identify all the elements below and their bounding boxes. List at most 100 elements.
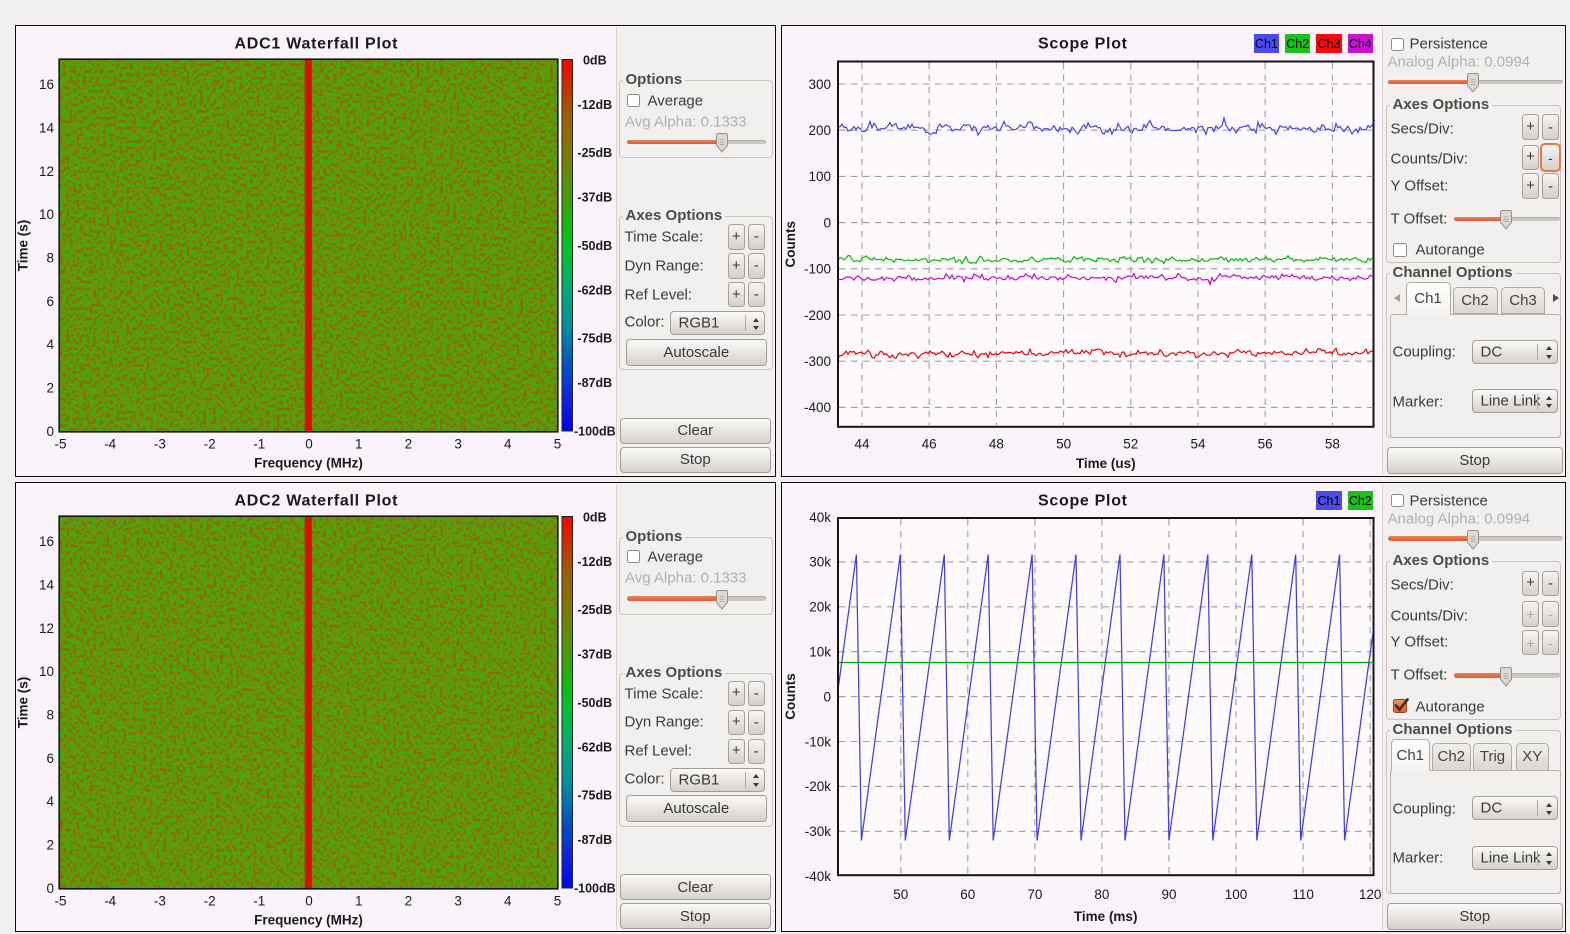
- svg-text:4: 4: [504, 893, 512, 908]
- svg-text:54: 54: [1190, 436, 1206, 451]
- svg-text:0: 0: [305, 893, 313, 908]
- svg-text:50: 50: [1056, 436, 1071, 451]
- svg-text:-10k: -10k: [805, 734, 832, 749]
- svg-text:4: 4: [504, 436, 512, 451]
- svg-text:-100: -100: [804, 262, 831, 277]
- svg-text:-3: -3: [154, 436, 166, 451]
- svg-text:200: 200: [808, 123, 831, 138]
- svg-text:-2: -2: [204, 893, 216, 908]
- svg-text:-37dB: -37dB: [577, 648, 612, 662]
- svg-text:52: 52: [1123, 436, 1138, 451]
- svg-text:100: 100: [1225, 887, 1248, 902]
- svg-text:ADC1 Waterfall Plot: ADC1 Waterfall Plot: [235, 36, 399, 53]
- svg-text:-40k: -40k: [805, 869, 832, 884]
- svg-text:110: 110: [1292, 887, 1314, 902]
- svg-text:6: 6: [46, 294, 54, 309]
- svg-text:-5: -5: [54, 436, 66, 451]
- svg-text:ADC2 Waterfall Plot: ADC2 Waterfall Plot: [235, 493, 399, 510]
- svg-text:0: 0: [305, 436, 313, 451]
- svg-text:Scope Plot: Scope Plot: [1038, 36, 1128, 53]
- svg-text:56: 56: [1258, 436, 1273, 451]
- svg-text:-75dB: -75dB: [577, 332, 612, 346]
- svg-text:Counts: Counts: [783, 673, 798, 720]
- svg-text:5: 5: [554, 436, 562, 451]
- svg-text:80: 80: [1094, 887, 1109, 902]
- svg-text:-5: -5: [54, 893, 66, 908]
- svg-text:Frequency (MHz): Frequency (MHz): [254, 455, 363, 470]
- svg-text:8: 8: [46, 707, 54, 722]
- svg-text:300: 300: [808, 77, 831, 92]
- svg-text:0: 0: [823, 215, 831, 230]
- svg-text:0dB: 0dB: [583, 510, 607, 524]
- svg-text:-100dB: -100dB: [574, 424, 616, 438]
- svg-text:-4: -4: [104, 436, 116, 451]
- svg-text:-25dB: -25dB: [577, 146, 612, 160]
- svg-text:-1: -1: [253, 436, 265, 451]
- svg-text:40k: 40k: [809, 510, 831, 525]
- svg-text:-50dB: -50dB: [577, 696, 612, 710]
- svg-text:58: 58: [1325, 436, 1340, 451]
- svg-text:44: 44: [854, 436, 870, 451]
- svg-text:-3: -3: [154, 893, 166, 908]
- svg-text:-30k: -30k: [805, 824, 832, 839]
- svg-text:-87dB: -87dB: [577, 376, 612, 390]
- svg-text:6: 6: [46, 751, 54, 766]
- svg-text:-62dB: -62dB: [577, 740, 612, 754]
- svg-text:-12dB: -12dB: [577, 555, 612, 569]
- svg-text:-62dB: -62dB: [577, 283, 612, 297]
- svg-text:-400: -400: [804, 400, 831, 415]
- svg-text:8: 8: [46, 250, 54, 265]
- svg-text:Time (ms): Time (ms): [1074, 909, 1138, 924]
- svg-text:2: 2: [405, 893, 413, 908]
- svg-text:-100dB: -100dB: [574, 881, 616, 895]
- svg-text:12: 12: [39, 621, 54, 636]
- svg-text:16: 16: [39, 77, 54, 92]
- svg-text:Time (s): Time (s): [16, 677, 31, 729]
- svg-text:-25dB: -25dB: [577, 603, 612, 617]
- svg-text:-50dB: -50dB: [577, 239, 612, 253]
- svg-text:Time (s): Time (s): [16, 220, 31, 272]
- svg-text:-75dB: -75dB: [577, 789, 612, 803]
- svg-text:-2: -2: [204, 436, 216, 451]
- svg-text:4: 4: [46, 794, 54, 809]
- svg-text:-37dB: -37dB: [577, 191, 612, 205]
- svg-text:3: 3: [454, 893, 462, 908]
- svg-text:12: 12: [39, 164, 54, 179]
- svg-text:100: 100: [808, 169, 831, 184]
- svg-text:-20k: -20k: [805, 779, 832, 794]
- svg-text:1: 1: [355, 436, 363, 451]
- svg-text:70: 70: [1027, 887, 1042, 902]
- svg-text:10k: 10k: [809, 645, 831, 660]
- svg-text:-200: -200: [804, 308, 831, 323]
- svg-text:0: 0: [823, 689, 831, 704]
- svg-text:-87dB: -87dB: [577, 833, 612, 847]
- svg-text:3: 3: [454, 436, 462, 451]
- svg-text:20k: 20k: [809, 600, 831, 615]
- svg-text:0: 0: [46, 881, 54, 896]
- svg-text:120: 120: [1359, 887, 1382, 902]
- svg-text:50: 50: [893, 887, 908, 902]
- svg-text:16: 16: [39, 534, 54, 549]
- svg-text:5: 5: [554, 893, 562, 908]
- svg-text:Counts: Counts: [783, 221, 798, 268]
- svg-text:2: 2: [46, 381, 54, 396]
- svg-text:-12dB: -12dB: [577, 98, 612, 112]
- svg-text:Frequency (MHz): Frequency (MHz): [254, 912, 363, 927]
- svg-text:2: 2: [405, 436, 413, 451]
- svg-text:30k: 30k: [809, 555, 831, 570]
- svg-text:4: 4: [46, 337, 54, 352]
- svg-text:10: 10: [39, 207, 54, 222]
- svg-text:-4: -4: [104, 893, 116, 908]
- svg-text:1: 1: [355, 893, 363, 908]
- svg-text:46: 46: [922, 436, 937, 451]
- svg-text:-300: -300: [804, 354, 831, 369]
- svg-text:Scope Plot: Scope Plot: [1038, 493, 1128, 510]
- svg-text:0dB: 0dB: [583, 53, 607, 67]
- svg-text:0: 0: [46, 424, 54, 439]
- svg-text:48: 48: [989, 436, 1004, 451]
- svg-text:Time (us): Time (us): [1076, 456, 1136, 471]
- svg-text:60: 60: [960, 887, 975, 902]
- svg-text:14: 14: [39, 577, 55, 592]
- svg-text:10: 10: [39, 664, 54, 679]
- svg-text:90: 90: [1161, 887, 1176, 902]
